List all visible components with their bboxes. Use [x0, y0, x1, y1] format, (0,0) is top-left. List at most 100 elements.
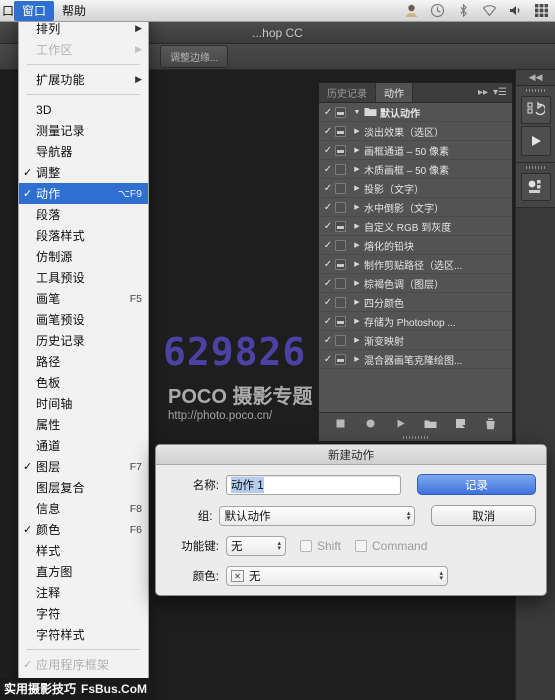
- menu-item-图层复合[interactable]: 图层复合: [19, 477, 148, 498]
- chevron-right-icon[interactable]: ▶: [350, 317, 364, 325]
- stop-icon[interactable]: [332, 417, 348, 431]
- history-actions-icon[interactable]: [521, 96, 551, 124]
- delete-icon[interactable]: [483, 417, 499, 431]
- menu-item-样式[interactable]: 样式: [19, 540, 148, 561]
- cancel-button[interactable]: 取消: [431, 505, 536, 526]
- menubar-left-partial[interactable]: 口: [0, 2, 14, 19]
- action-row[interactable]: ✓▼默认动作: [319, 103, 512, 122]
- action-row[interactable]: ✓▶投影（文字）: [319, 179, 512, 198]
- action-row[interactable]: ✓▶渐变映射: [319, 331, 512, 350]
- menu-item-颜色[interactable]: ✓颜色F6: [19, 519, 148, 540]
- menu-item-画笔[interactable]: 画笔F5: [19, 288, 148, 309]
- action-dialog-toggle-icon[interactable]: [335, 126, 346, 137]
- menubar-item-window[interactable]: 窗口: [14, 1, 54, 21]
- menubar-item-help[interactable]: 帮助: [54, 1, 94, 21]
- menu-item-字符样式[interactable]: 字符样式: [19, 624, 148, 645]
- menu-item-测量记录[interactable]: 测量记录: [19, 120, 148, 141]
- menu-item-历史记录[interactable]: 历史记录: [19, 330, 148, 351]
- action-dialog-toggle-icon[interactable]: [335, 202, 346, 213]
- action-row[interactable]: ✓▶熔化的铅块: [319, 236, 512, 255]
- chevron-right-icon[interactable]: ▶: [350, 146, 364, 154]
- dock-grip-two[interactable]: [516, 163, 555, 171]
- menu-item-画笔预设[interactable]: 画笔预设: [19, 309, 148, 330]
- menu-item-路径[interactable]: 路径: [19, 351, 148, 372]
- menu-item-通道[interactable]: 通道: [19, 435, 148, 456]
- tab-history[interactable]: 历史记录: [319, 83, 376, 102]
- menu-item-调整[interactable]: ✓调整: [19, 162, 148, 183]
- menu-item-仿制源[interactable]: 仿制源: [19, 246, 148, 267]
- action-dialog-toggle-icon[interactable]: [335, 221, 346, 232]
- menu-item-色板[interactable]: 色板: [19, 372, 148, 393]
- record-button[interactable]: 记录: [417, 474, 536, 495]
- volume-icon[interactable]: [508, 3, 523, 18]
- action-toggle-checkbox[interactable]: ✓: [321, 126, 335, 137]
- action-toggle-checkbox[interactable]: ✓: [321, 297, 335, 308]
- chevron-right-icon[interactable]: ▶: [350, 127, 364, 135]
- menu-item-属性[interactable]: 属性: [19, 414, 148, 435]
- chevron-right-icon[interactable]: ▶: [350, 184, 364, 192]
- action-toggle-checkbox[interactable]: ✓: [321, 240, 335, 251]
- action-toggle-checkbox[interactable]: ✓: [321, 202, 335, 213]
- chevron-right-icon[interactable]: ▶: [350, 298, 364, 306]
- adjustments-icon[interactable]: [521, 173, 551, 201]
- user-icon[interactable]: [404, 3, 419, 18]
- menu-item-时间轴[interactable]: 时间轴: [19, 393, 148, 414]
- new-set-icon[interactable]: [423, 417, 439, 431]
- action-dialog-toggle-icon[interactable]: [335, 164, 346, 175]
- window-menu-dropdown[interactable]: 排列▶工作区▶扩展功能▶3D测量记录导航器✓调整✓动作⌥F9段落段落样式仿制源工…: [18, 14, 149, 700]
- menu-item-段落[interactable]: 段落: [19, 204, 148, 225]
- action-toggle-checkbox[interactable]: ✓: [321, 316, 335, 327]
- menu-item-直方图[interactable]: 直方图: [19, 561, 148, 582]
- action-toggle-checkbox[interactable]: ✓: [321, 221, 335, 232]
- action-toggle-checkbox[interactable]: ✓: [321, 354, 335, 365]
- bluetooth-icon[interactable]: [456, 3, 471, 18]
- chevron-right-icon[interactable]: ▶: [350, 336, 364, 344]
- play-icon[interactable]: [521, 126, 551, 156]
- action-dialog-toggle-icon[interactable]: [335, 354, 346, 365]
- menu-item-动作[interactable]: ✓动作⌥F9: [19, 183, 148, 204]
- action-toggle-checkbox[interactable]: ✓: [321, 259, 335, 270]
- menu-item-信息[interactable]: 信息F8: [19, 498, 148, 519]
- action-row[interactable]: ✓▶棕褐色调（图层）: [319, 274, 512, 293]
- action-dialog-toggle-icon[interactable]: [335, 335, 346, 346]
- action-row[interactable]: ✓▶水中倒影（文字）: [319, 198, 512, 217]
- menu-item-工具预设[interactable]: 工具预设: [19, 267, 148, 288]
- menu-item-图层[interactable]: ✓图层F7: [19, 456, 148, 477]
- action-row[interactable]: ✓▶四分颜色: [319, 293, 512, 312]
- action-row[interactable]: ✓▶画框通道 – 50 像素: [319, 141, 512, 160]
- action-dialog-toggle-icon[interactable]: [335, 107, 346, 118]
- chevron-right-icon[interactable]: ▶: [350, 260, 364, 268]
- input-method-icon[interactable]: [534, 3, 549, 18]
- tab-actions[interactable]: 动作: [376, 83, 413, 102]
- menu-item-扩展功能[interactable]: 扩展功能▶: [19, 69, 148, 90]
- action-row[interactable]: ✓▶存储为 Photoshop ...: [319, 312, 512, 331]
- function-key-select[interactable]: 无 ▴▾: [226, 536, 286, 556]
- dock-collapse-button[interactable]: ◀◀: [516, 70, 555, 86]
- chevron-right-icon[interactable]: ▶: [350, 355, 364, 363]
- chevron-right-icon[interactable]: ▶: [350, 222, 364, 230]
- chevron-right-icon[interactable]: ▶: [350, 279, 364, 287]
- action-row[interactable]: ✓▶混合器画笔克隆绘图...: [319, 350, 512, 369]
- menu-item-字符[interactable]: 字符: [19, 603, 148, 624]
- action-dialog-toggle-icon[interactable]: [335, 183, 346, 194]
- dock-grip[interactable]: [516, 86, 555, 94]
- action-toggle-checkbox[interactable]: ✓: [321, 278, 335, 289]
- time-machine-icon[interactable]: [430, 3, 445, 18]
- refine-edge-button[interactable]: 调整边缘...: [160, 45, 228, 68]
- action-row[interactable]: ✓▶自定义 RGB 到灰度: [319, 217, 512, 236]
- new-action-icon[interactable]: [453, 417, 469, 431]
- action-toggle-checkbox[interactable]: ✓: [321, 107, 335, 118]
- panel-menu-icon[interactable]: ▾☰: [493, 87, 507, 98]
- action-dialog-toggle-icon[interactable]: [335, 297, 346, 308]
- color-select[interactable]: ✕ 无 ▴▾: [226, 566, 448, 586]
- action-toggle-checkbox[interactable]: ✓: [321, 145, 335, 156]
- action-dialog-toggle-icon[interactable]: [335, 259, 346, 270]
- action-row[interactable]: ✓▶木质画框 – 50 像素: [319, 160, 512, 179]
- menu-item-注释[interactable]: 注释: [19, 582, 148, 603]
- action-row[interactable]: ✓▶淡出效果（选区）: [319, 122, 512, 141]
- action-toggle-checkbox[interactable]: ✓: [321, 335, 335, 346]
- action-dialog-toggle-icon[interactable]: [335, 145, 346, 156]
- action-dialog-toggle-icon[interactable]: [335, 316, 346, 327]
- menu-item-段落样式[interactable]: 段落样式: [19, 225, 148, 246]
- action-dialog-toggle-icon[interactable]: [335, 278, 346, 289]
